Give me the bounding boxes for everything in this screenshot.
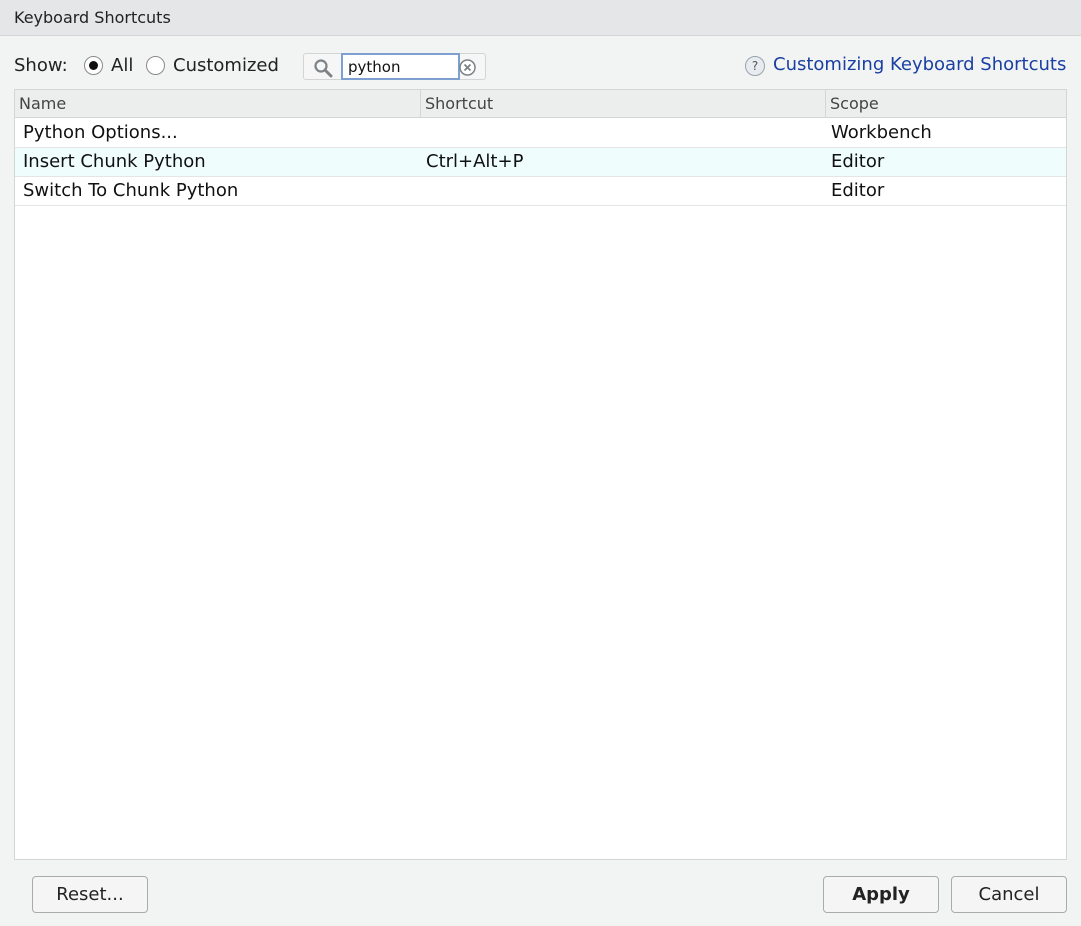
radio-all[interactable] [84,56,103,75]
shortcuts-table: Name Shortcut Scope Python Options... Wo… [14,89,1067,860]
row-shortcut[interactable]: Ctrl+Alt+P [426,148,523,176]
row-scope: Editor [831,180,885,201]
row-name: Insert Chunk Python [23,151,206,172]
cancel-button[interactable]: Cancel [951,876,1067,913]
column-header-shortcut[interactable]: Shortcut [420,90,825,118]
apply-button[interactable]: Apply [823,876,939,913]
table-row[interactable]: Insert Chunk Python Ctrl+Alt+P Editor [15,148,1066,177]
reset-button[interactable]: Reset... [32,876,148,913]
column-header-scope[interactable]: Scope [825,90,1066,118]
clear-icon[interactable] [459,59,476,76]
row-scope: Workbench [831,122,932,143]
search-icon [314,59,333,78]
column-header-name[interactable]: Name [15,90,420,118]
row-scope: Editor [831,151,885,172]
row-name: Switch To Chunk Python [23,180,239,201]
radio-customized-label[interactable]: Customized [173,55,279,76]
toolbar: Show: All Customized ? Customizing Keybo… [0,36,1081,90]
help-icon[interactable]: ? [745,56,765,76]
show-label: Show: [14,55,68,76]
help-link[interactable]: Customizing Keyboard Shortcuts [773,54,1066,75]
radio-customized[interactable] [146,56,165,75]
table-header: Name Shortcut Scope [15,90,1066,118]
window-title: Keyboard Shortcuts [0,0,1081,36]
table-row[interactable]: Switch To Chunk Python Editor [15,177,1066,206]
row-name: Python Options... [23,122,178,143]
radio-all-label[interactable]: All [111,55,133,76]
search-box [303,53,486,80]
search-input[interactable] [341,53,460,80]
table-row[interactable]: Python Options... Workbench [15,119,1066,148]
